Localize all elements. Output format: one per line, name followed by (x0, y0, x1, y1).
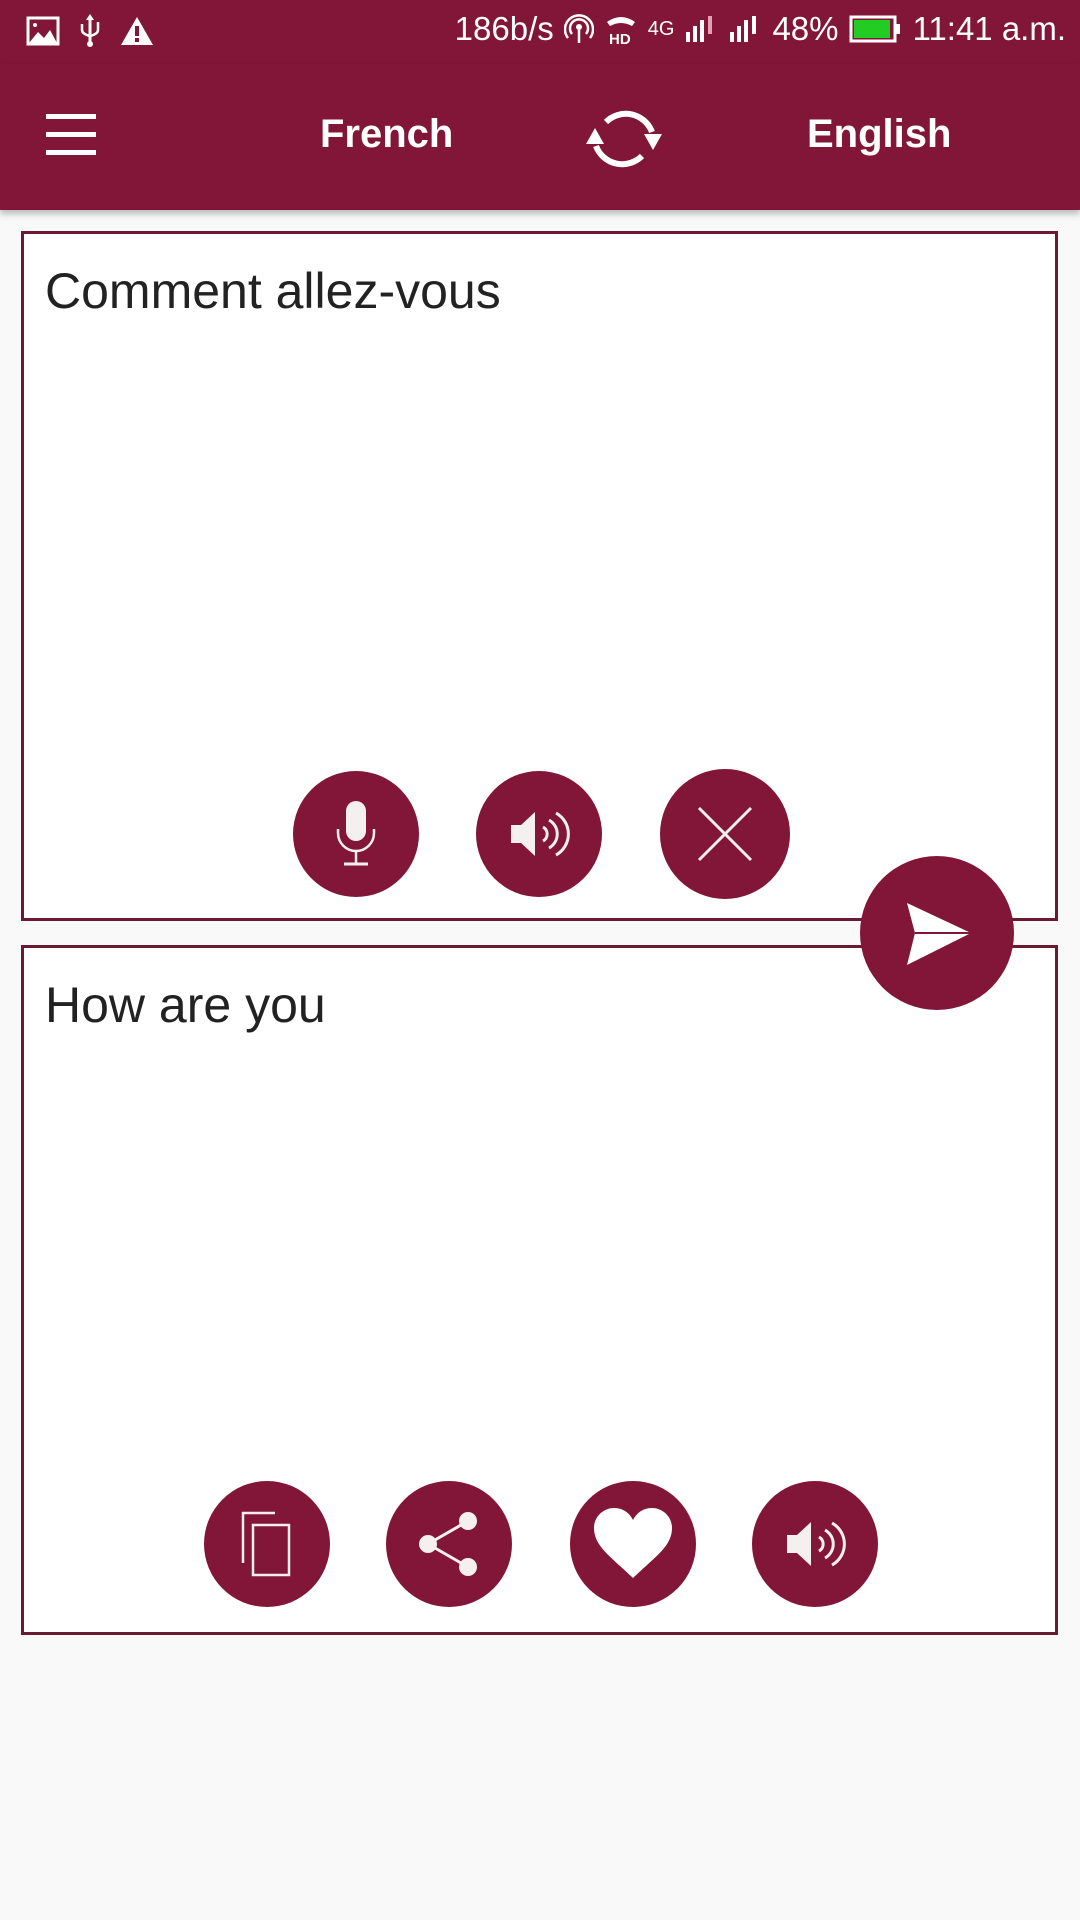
hd-call-icon: HD (606, 17, 635, 46)
source-text-panel: Comment allez-vous (21, 231, 1058, 921)
send-icon (907, 903, 971, 965)
warning-icon (121, 17, 153, 45)
clear-button[interactable] (660, 769, 790, 899)
speak-source-button[interactable] (476, 771, 602, 897)
battery-percent: 48% (772, 10, 839, 47)
speaker-icon (511, 811, 570, 857)
microphone-button[interactable] (293, 771, 419, 897)
share-button[interactable] (386, 1481, 512, 1607)
speaker-icon (787, 1521, 846, 1567)
microphone-icon (336, 801, 376, 866)
4g-signal-icon (686, 16, 713, 42)
translate-button[interactable] (860, 856, 1014, 1010)
source-language-selector[interactable]: French (320, 112, 453, 157)
copy-icon (241, 1511, 291, 1577)
image-icon (26, 16, 60, 46)
share-icon (419, 1512, 477, 1576)
close-icon (697, 806, 753, 862)
translation-text: How are you (45, 977, 326, 1033)
app-toolbar: French English (0, 64, 1080, 210)
battery-icon (849, 15, 900, 43)
clock: 11:41 a.m. (912, 10, 1066, 47)
svg-text:HD: HD (609, 31, 631, 46)
swap-languages-icon (586, 110, 662, 168)
target-language-selector[interactable]: English (807, 112, 951, 157)
swap-languages-button[interactable] (576, 94, 672, 184)
status-bar: 186b/s HD 4G 48% 11:41 a.m. (0, 0, 1080, 64)
network-speed: 186b/s (454, 10, 554, 47)
network-type: 4G (647, 17, 675, 40)
heart-icon (594, 1508, 672, 1578)
hamburger-menu-icon[interactable] (46, 114, 98, 158)
source-text-input[interactable]: Comment allez-vous (45, 262, 1025, 320)
status-left-icons (26, 14, 154, 48)
status-right: 186b/s HD 4G 48% 11:41 a.m. (455, 10, 1066, 48)
speak-translation-button[interactable] (752, 1481, 878, 1607)
usb-icon (80, 14, 100, 47)
copy-button[interactable] (204, 1481, 330, 1607)
favorite-button[interactable] (570, 1481, 696, 1607)
hotspot-icon (563, 14, 594, 43)
translation-panel: How are you (21, 945, 1058, 1635)
signal-icon (730, 16, 757, 42)
